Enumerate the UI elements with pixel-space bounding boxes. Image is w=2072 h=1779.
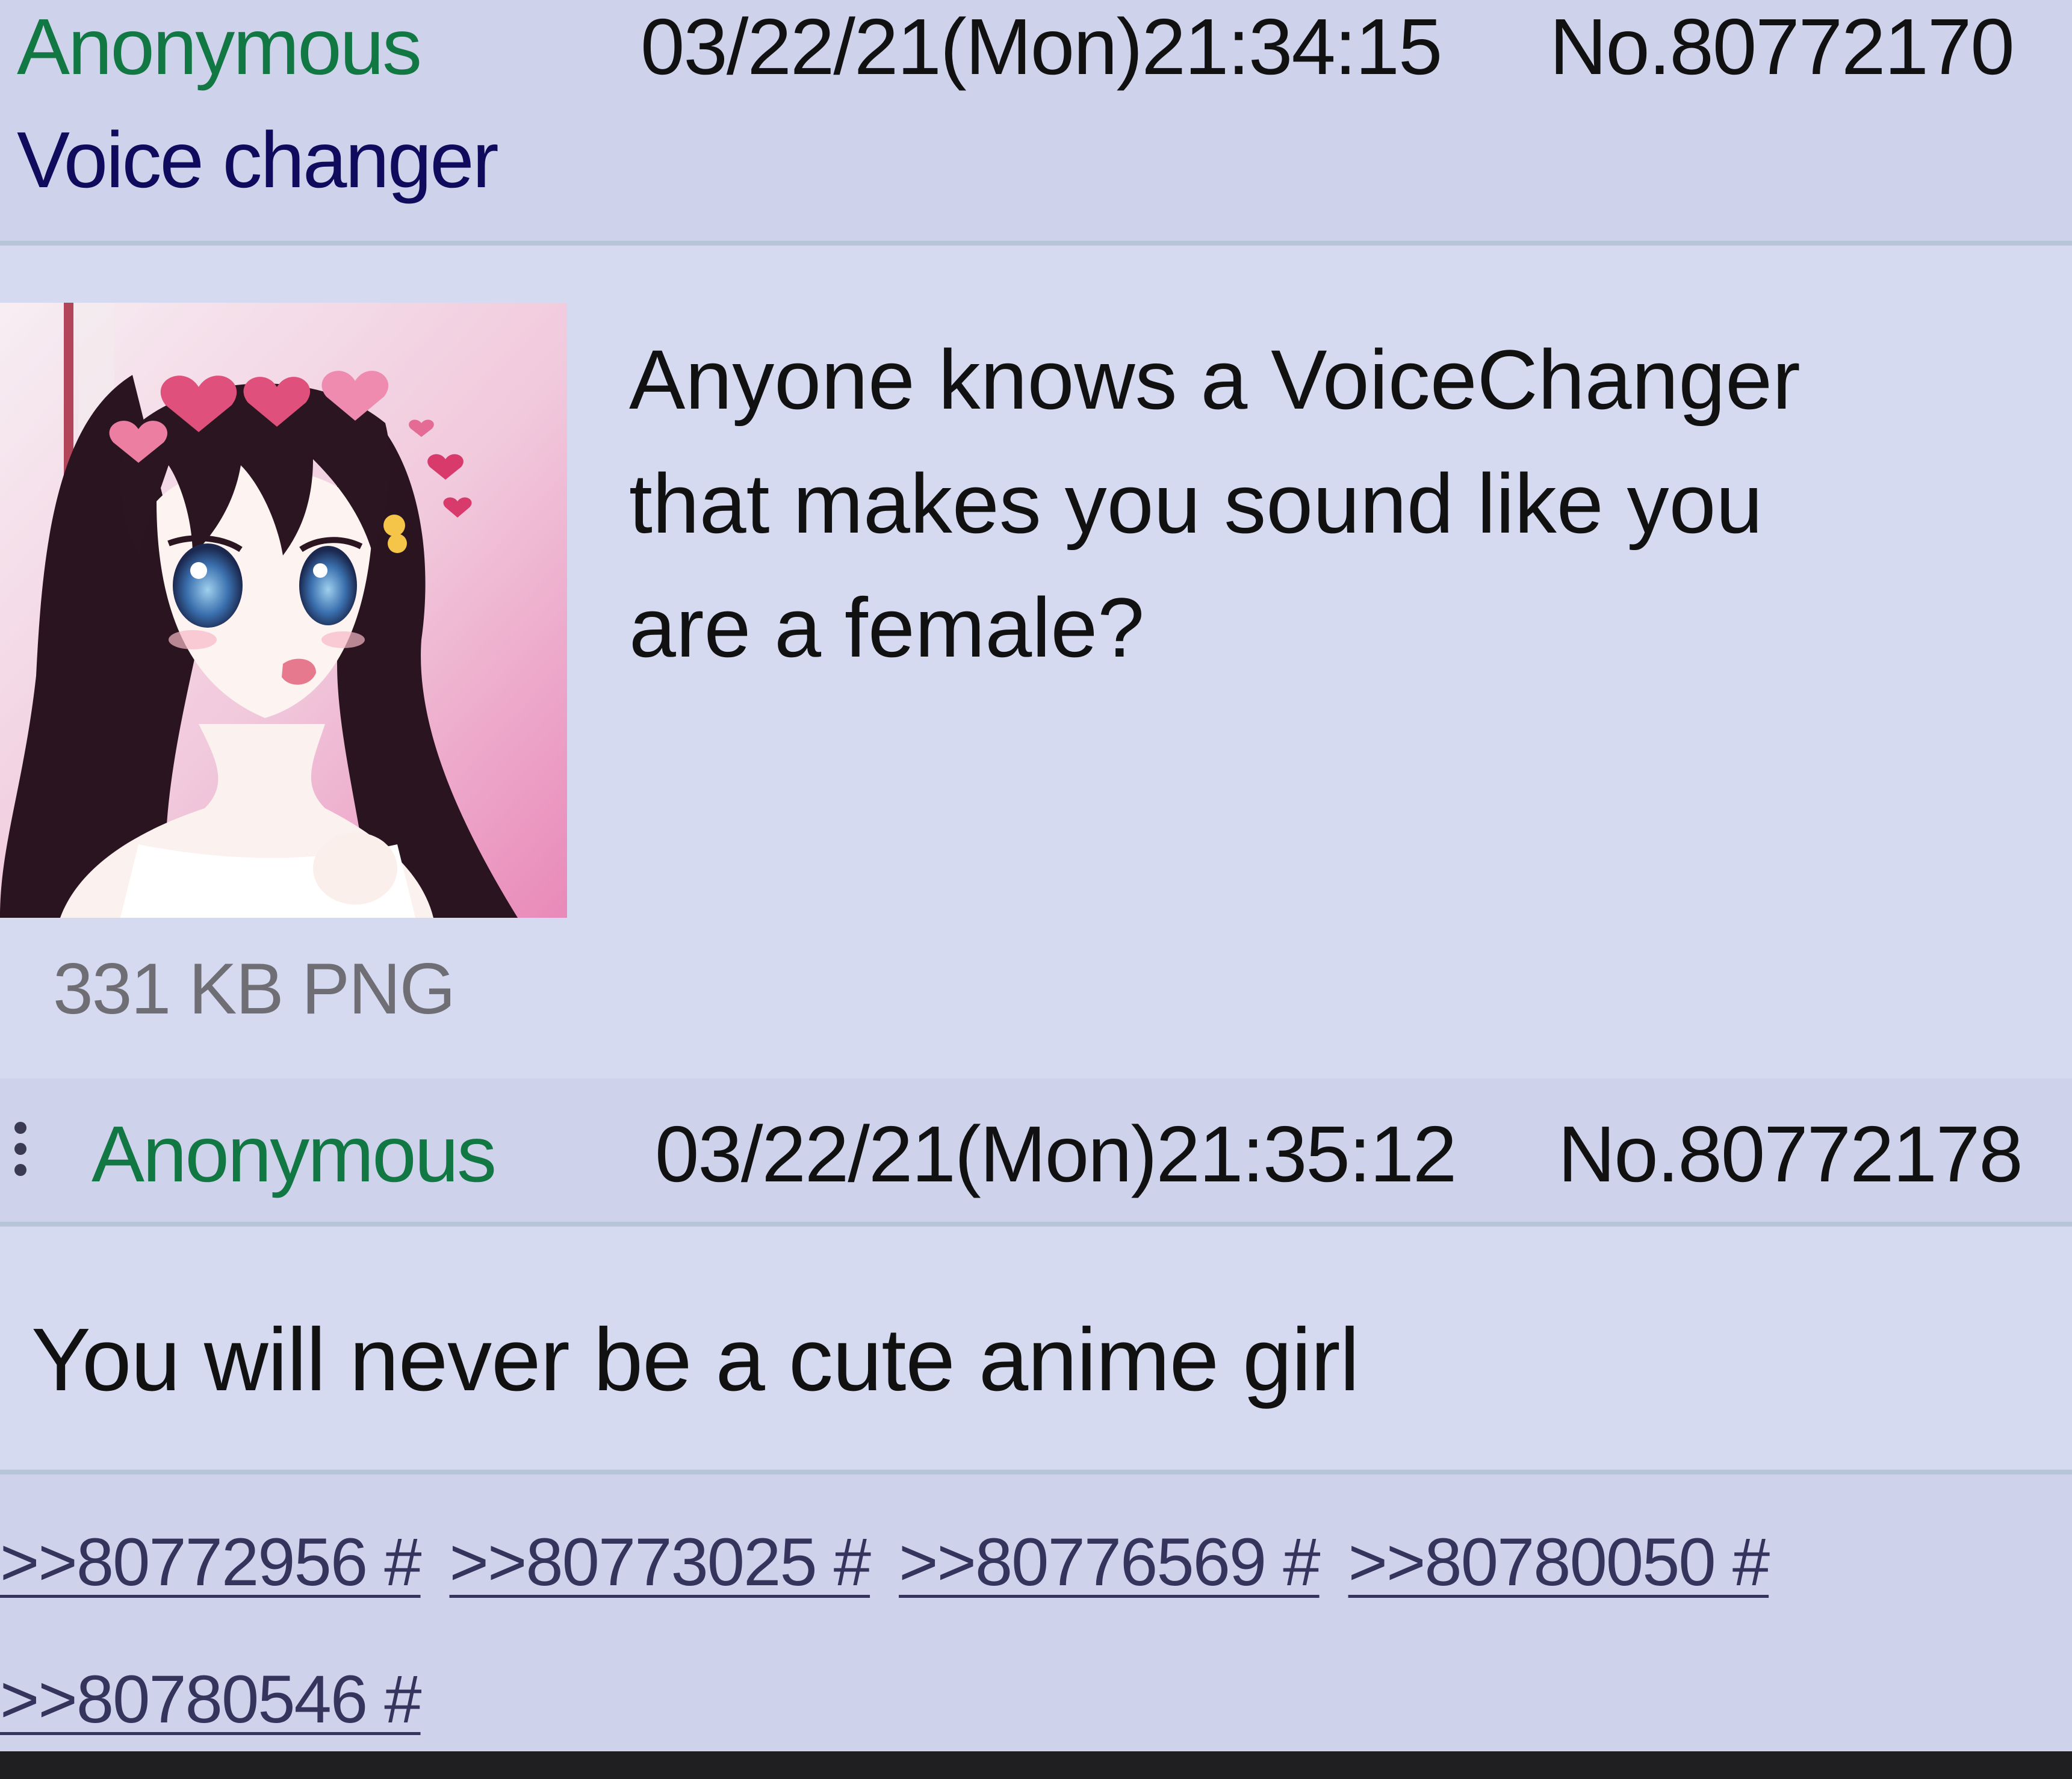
reply-post-body: You will never be a cute anime girl xyxy=(0,1227,2072,1474)
backlink[interactable]: >>80780546 # xyxy=(0,1666,422,1733)
op-post-datetime: 03/22/21(Mon)21:34:15 xyxy=(641,2,1442,91)
op-comment-line: that makes you sound like you xyxy=(629,456,1763,551)
op-post-number[interactable]: No.80772170 xyxy=(1549,7,2015,87)
op-subject: Voice changer xyxy=(17,116,499,204)
reply-post-datetime: 03/22/21(Mon)21:35:12 xyxy=(655,1110,1457,1198)
backlink[interactable]: >>80772956 # xyxy=(0,1529,422,1596)
op-thumbnail-image[interactable] xyxy=(0,303,567,918)
reply-post-number[interactable]: No.80772178 xyxy=(1558,1115,2023,1194)
backlink[interactable]: >>80780050 # xyxy=(1348,1529,1770,1596)
backlinks-row: >>80780546 # xyxy=(0,1666,450,1733)
op-file-info: 331 KB PNG xyxy=(53,948,456,1029)
reply-post-header: Anonymous 03/22/21(Mon)21:35:12 No.80772… xyxy=(0,1078,2072,1227)
reply-backlinks: >>80772956 # >>80773025 # >>80776569 # >>80… xyxy=(0,1474,2072,1751)
op-comment: Anyone knows a VoiceChanger that makes y… xyxy=(629,318,2014,690)
bottom-bar xyxy=(0,1751,2072,1779)
backlink[interactable]: >>80776569 # xyxy=(899,1529,1321,1596)
op-comment-line: are a female? xyxy=(629,580,1145,675)
op-post-header: Anonymous 03/22/21(Mon)21:34:15 No.80772… xyxy=(0,0,2072,246)
op-poster-name[interactable]: Anonymous xyxy=(17,7,422,87)
post-menu-icon[interactable] xyxy=(12,1122,30,1176)
op-comment-line: Anyone knows a VoiceChanger xyxy=(629,332,1801,427)
op-post-body: Anyone knows a VoiceChanger that makes y… xyxy=(0,246,2072,1078)
reply-comment: You will never be a cute anime girl xyxy=(31,1310,1359,1409)
backlinks-row: >>80772956 # >>80773025 # >>80776569 # >>80… xyxy=(0,1529,1797,1596)
backlink[interactable]: >>80773025 # xyxy=(450,1529,872,1596)
reply-poster-name[interactable]: Anonymous xyxy=(92,1115,497,1194)
thread-screen: Anonymous 03/22/21(Mon)21:34:15 No.80772… xyxy=(0,0,2072,1779)
